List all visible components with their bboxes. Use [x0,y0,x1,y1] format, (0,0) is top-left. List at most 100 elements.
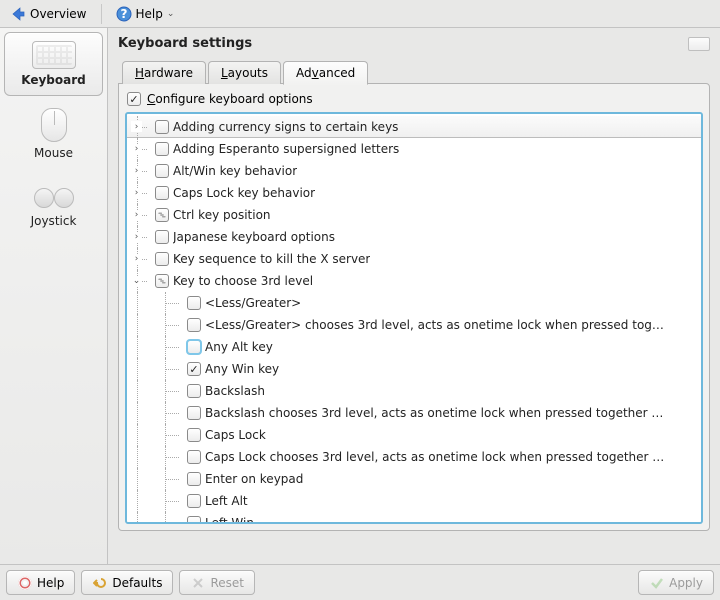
svg-text:?: ? [120,7,127,21]
tree-item-checkbox[interactable] [187,296,201,310]
mouse-icon [41,108,67,142]
help-menu-button[interactable]: ? Help ⌄ [110,4,181,24]
apply-button[interactable]: Apply [638,570,714,595]
tree-item[interactable]: Backslash chooses 3rd level, acts as one… [127,402,701,424]
main-area: Keyboard Mouse Joystick Keyboard setting… [0,28,720,564]
tree-item-checkbox[interactable] [155,252,169,266]
overview-button[interactable]: Overview [4,4,93,24]
tree-group[interactable]: › Adding currency signs to certain keys [127,116,701,138]
sidebar-item-mouse[interactable]: Mouse [4,100,103,168]
tree-item-checkbox[interactable] [155,274,169,288]
tree-group[interactable]: › Ctrl key position [127,204,701,226]
tree-item-checkbox[interactable] [187,450,201,464]
tree-group[interactable]: ›Japanese keyboard options [127,226,701,248]
reset-icon [190,575,205,590]
tree-item-label: Ctrl key position [173,208,271,222]
tree-item-label: Alt/Win key behavior [173,164,297,178]
tree-item-checkbox[interactable] [155,186,169,200]
content-panel: Keyboard settings Hardware Layouts Advan… [108,28,720,564]
tree-item-label: Backslash [205,384,265,398]
help-icon: ? [116,6,132,22]
tree-item-label: Any Alt key [205,340,273,354]
configure-options-row[interactable]: Configure keyboard options [125,90,703,112]
sidebar-item-keyboard[interactable]: Keyboard [4,32,103,96]
tree-item[interactable]: Caps Lock chooses 3rd level, acts as one… [127,446,701,468]
tree-item[interactable]: Caps Lock [127,424,701,446]
tree-item-checkbox[interactable] [155,230,169,244]
expand-collapse-icon[interactable]: › [131,144,142,155]
expand-collapse-icon[interactable]: › [131,166,142,177]
tree-item-checkbox[interactable] [187,428,201,442]
tree-item-label: Left Win [205,516,254,524]
tab-hardware[interactable]: Hardware [122,61,206,84]
tree-item[interactable]: Left Win [127,512,701,524]
tabs: Hardware Layouts Advanced [118,61,710,84]
top-toolbar: Overview ? Help ⌄ [0,0,720,28]
configure-options-checkbox[interactable] [127,92,141,106]
expand-collapse-icon[interactable]: › [131,121,142,132]
expand-collapse-icon[interactable]: ⌄ [131,276,142,287]
tree-item-checkbox[interactable] [155,142,169,156]
tab-advanced[interactable]: Advanced [283,61,368,85]
advanced-tabpanel: Configure keyboard options › Adding curre… [118,83,710,531]
tree-item-checkbox[interactable] [187,340,201,354]
expand-collapse-icon[interactable]: › [131,210,142,221]
undo-icon [92,575,107,590]
tree-item-label: Caps Lock key behavior [173,186,315,200]
tree-item-checkbox[interactable] [155,208,169,222]
configure-options-label: Configure keyboard options [147,92,313,106]
expand-collapse-icon[interactable]: › [131,254,142,265]
tree-item[interactable]: Backslash [127,380,701,402]
page-title: Keyboard settings [118,36,252,51]
tree-item-checkbox[interactable] [187,516,201,524]
back-arrow-icon [10,6,26,22]
tree-item[interactable]: Left Alt [127,490,701,512]
tree-item-label: Enter on keypad [205,472,303,486]
tree-group-expanded[interactable]: ⌄ Key to choose 3rd level [127,270,701,292]
tree-item-label: Key sequence to kill the X server [173,252,370,266]
tree-item[interactable]: Any Win key [127,358,701,380]
expand-collapse-icon[interactable]: › [131,232,142,243]
tree-item-checkbox[interactable] [187,406,201,420]
defaults-button-label: Defaults [112,576,162,590]
tree-item-checkbox[interactable] [187,384,201,398]
help-button-label: Help [37,576,64,590]
defaults-button[interactable]: Defaults [81,570,173,595]
tree-group[interactable]: › Caps Lock key behavior [127,182,701,204]
tree-item-label: Any Win key [205,362,279,376]
tree-item-label: Backslash chooses 3rd level, acts as one… [205,406,663,420]
help-label: Help [136,7,163,21]
tree-item[interactable]: <Less/Greater> chooses 3rd level, acts a… [127,314,701,336]
tree-item-checkbox[interactable] [187,362,201,376]
sidebar-item-joystick[interactable]: Joystick [4,172,103,236]
apply-button-label: Apply [669,576,703,590]
tree-item[interactable]: Enter on keypad [127,468,701,490]
overview-label: Overview [30,7,87,21]
tree-item-label: Caps Lock [205,428,266,442]
tree-item-checkbox[interactable] [187,472,201,486]
options-tree[interactable]: ›Adding currency signs to certain keys›A… [125,112,703,524]
tab-layouts[interactable]: Layouts [208,61,281,84]
reset-button[interactable]: Reset [179,570,255,595]
tree-item-checkbox[interactable] [187,494,201,508]
tree-item-checkbox[interactable] [155,120,169,134]
tree-item[interactable]: <Less/Greater> [127,292,701,314]
tree-item[interactable]: Any Alt key [127,336,701,358]
check-icon [649,575,664,590]
tree-item-checkbox[interactable] [155,164,169,178]
tree-item-label: Adding currency signs to certain keys [173,120,398,134]
tree-item-checkbox[interactable] [187,318,201,332]
chevron-down-icon: ⌄ [167,9,175,19]
footer-bar: Help Defaults Reset Apply [0,564,720,600]
toolbar-separator [101,4,102,24]
tree-group[interactable]: › Key sequence to kill the X server [127,248,701,270]
tree-group[interactable]: ›Adding Esperanto supersigned letters [127,138,701,160]
tree-item-label: Key to choose 3rd level [173,274,313,288]
reset-button-label: Reset [210,576,244,590]
tree-group[interactable]: › Alt/Win key behavior [127,160,701,182]
sidebar-item-label: Mouse [34,146,73,160]
expand-collapse-icon[interactable]: › [131,188,142,199]
keyboard-mini-icon [688,37,710,51]
help-button[interactable]: Help [6,570,75,595]
tree-item-label: Left Alt [205,494,248,508]
